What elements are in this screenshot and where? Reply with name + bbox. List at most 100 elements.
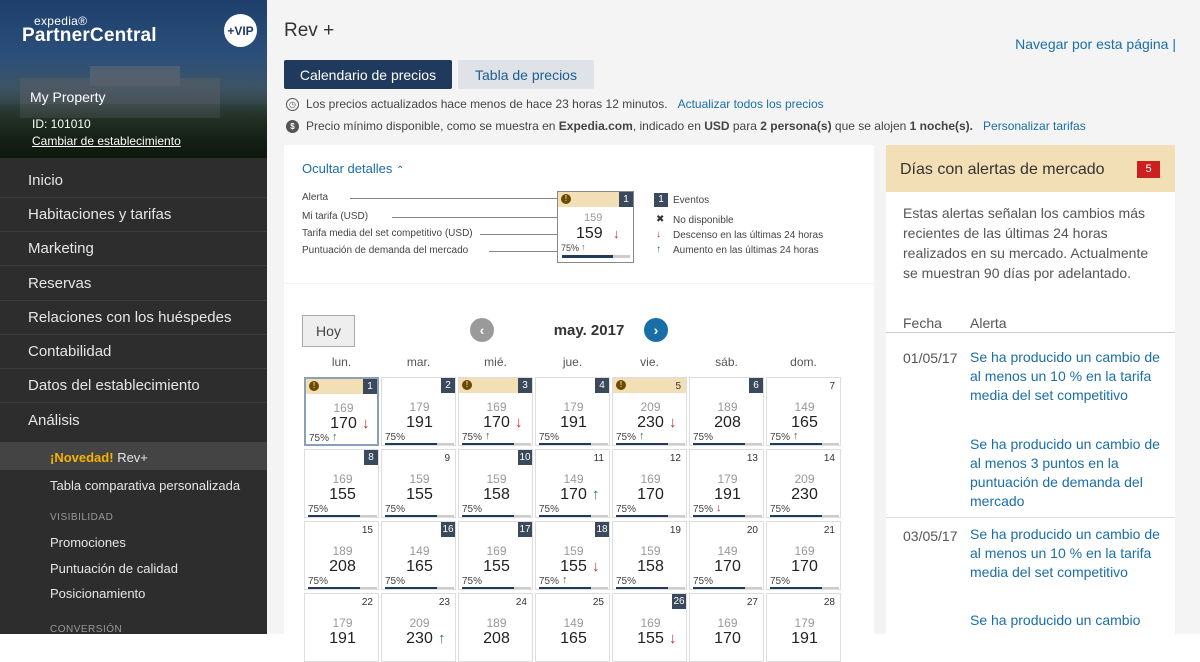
calendar-day-cell[interactable]: 20 149 170 75% — [689, 521, 764, 590]
calendar-day-cell[interactable]: 11 149 170 ↑ 75% — [535, 449, 610, 518]
calendar-day-cell[interactable]: 26 169 155 ↓ — [612, 593, 687, 662]
calendar-day-cell[interactable]: 21 169 170 75% — [766, 521, 841, 590]
subnav-posicionamiento[interactable]: Posicionamiento — [50, 586, 145, 601]
calendar-day-cell[interactable]: ! 1 169 170 ↓ 75% ↑ — [304, 377, 379, 446]
calendar-day-cell[interactable]: 22 179 191 — [304, 593, 379, 662]
subnav-heading-visibilidad: VISIBILIDAD — [50, 512, 114, 523]
alert-date: 03/05/17 — [903, 528, 958, 544]
calendar-day-cell[interactable]: 12 169 170 75% — [612, 449, 687, 518]
calendar-day-cell[interactable]: 4 179 191 75% — [535, 377, 610, 446]
alert-item-link[interactable]: Se ha producido un cambio de al menos un… — [970, 525, 1165, 582]
calendar-day-cell[interactable]: 14 209 230 75% — [766, 449, 841, 518]
nav-datos[interactable]: Datos del establecimiento — [28, 377, 200, 394]
demand-score: 75% — [308, 504, 329, 515]
subnav-calidad[interactable]: Puntuación de calidad — [50, 561, 178, 576]
nav-relaciones[interactable]: Relaciones con los huéspedes — [28, 309, 231, 326]
arrow-up-icon: ↑ — [332, 431, 338, 443]
competitor-rate: 169 — [332, 472, 353, 486]
demand-bar — [616, 515, 668, 517]
subnav-revplus[interactable]: ¡Novedad! Rev+ — [50, 450, 148, 465]
demand-score: 75% — [616, 576, 637, 587]
updated-text: Los precios actualizados hace menos de h… — [306, 97, 668, 111]
competitor-rate: 179 — [409, 400, 430, 414]
calendar-day-cell[interactable]: 25 149 165 — [535, 593, 610, 662]
competitor-rate: 169 — [333, 401, 354, 415]
legend-aumento: Aumento en las últimas 24 horas — [673, 245, 819, 256]
calendar-day-cell[interactable]: 13 179 191 75% ↓ — [689, 449, 764, 518]
hide-details-link[interactable]: Ocultar detalles ⌃ — [302, 161, 404, 176]
alert-item-link[interactable]: Se ha producido un cambio de al menos 3 … — [970, 435, 1165, 511]
nav-habitaciones[interactable]: Habitaciones y tarifas — [28, 206, 171, 223]
tab-tabla[interactable]: Tabla de precios — [458, 60, 594, 89]
calendar-day-cell[interactable]: 16 149 165 75% — [381, 521, 456, 590]
calendar-day-cell[interactable]: 28 179 191 — [766, 593, 841, 662]
my-rate: 155 — [329, 486, 356, 503]
competitor-rate: 179 — [794, 616, 815, 630]
next-month-button[interactable]: › — [644, 318, 668, 342]
competitor-rate: 189 — [486, 616, 507, 630]
update-all-link[interactable]: Actualizar todos los precios — [678, 97, 824, 111]
my-rate: 230 — [791, 486, 818, 503]
calendar-day-cell[interactable]: 15 189 208 75% — [304, 521, 379, 590]
calendar-day-cell[interactable]: 27 169 170 — [689, 593, 764, 662]
calendar-day-cell[interactable]: 6 189 208 75% — [689, 377, 764, 446]
legend-example-pct: 75% — [561, 243, 580, 253]
page-nav-link[interactable]: Navegar por esta página | — [1015, 36, 1176, 52]
demand-bar — [308, 515, 360, 517]
day-number: 10 — [518, 450, 532, 465]
arrow-up-icon: ↑ — [656, 244, 661, 255]
vip-badge[interactable]: +VIP — [224, 14, 257, 47]
competitor-rate: 169 — [640, 616, 661, 630]
calendar-day-cell[interactable]: 24 189 208 — [458, 593, 533, 662]
my-rate: 191 — [560, 414, 587, 431]
change-property-link[interactable]: Cambiar de establecimiento — [32, 134, 181, 148]
competitor-rate: 209 — [640, 400, 661, 414]
demand-score: 75% — [462, 576, 483, 587]
nav-contabilidad[interactable]: Contabilidad — [28, 343, 111, 360]
nav-reservas[interactable]: Reservas — [28, 275, 91, 292]
nav-marketing[interactable]: Marketing — [28, 240, 94, 257]
competitor-rate: 149 — [563, 616, 584, 630]
calendar-day-cell[interactable]: 19 159 158 75% — [612, 521, 687, 590]
customize-rates-link[interactable]: Personalizar tarifas — [983, 119, 1086, 133]
arrow-up-icon: ↑ — [562, 574, 568, 586]
subnav-tabla-comparativa[interactable]: Tabla comparativa personalizada — [50, 478, 240, 493]
calendar-day-cell[interactable]: 7 149 165 75% ↑ — [766, 377, 841, 446]
calendar-day-cell[interactable]: 2 179 191 75% — [381, 377, 456, 446]
tab-calendario[interactable]: Calendario de precios — [284, 60, 452, 89]
chevron-up-icon: ⌃ — [395, 165, 405, 176]
alert-item-link[interactable]: Se ha producido un cambio de al menos un… — [970, 348, 1165, 405]
weekday-label: sáb. — [715, 355, 738, 369]
calendar-day-cell[interactable]: ! 5 209 230 ↓ 75% ↑ — [612, 377, 687, 446]
nav-analisis[interactable]: Análisis — [28, 412, 80, 429]
prev-month-button[interactable]: ‹ — [470, 318, 494, 342]
alert-item-link[interactable]: Se ha producido un cambio — [970, 611, 1165, 630]
page-title: Rev + — [284, 20, 335, 41]
subnav-promociones[interactable]: Promociones — [50, 535, 126, 550]
competitor-rate: 159 — [640, 544, 661, 558]
competitor-rate: 159 — [486, 472, 507, 486]
weekday-label: mié. — [484, 355, 507, 369]
calendar-day-cell[interactable]: 8 169 155 75% — [304, 449, 379, 518]
calendar-day-cell[interactable]: 18 159 155 ↓ 75% ↑ — [535, 521, 610, 590]
calendar-day-cell[interactable]: 17 169 155 75% — [458, 521, 533, 590]
info-updated: ◷ Los precios actualizados hace menos de… — [286, 97, 824, 111]
close-icon: ✖ — [656, 214, 665, 225]
calendar-day-cell[interactable]: 10 159 158 75% — [458, 449, 533, 518]
demand-score: 75% — [308, 576, 329, 587]
nav-inicio[interactable]: Inicio — [28, 172, 63, 189]
my-rate: 170 — [791, 558, 818, 575]
my-rate: 208 — [483, 630, 510, 647]
calendar-day-cell[interactable]: 23 209 230 ↑ — [381, 593, 456, 662]
min-price-text: Precio mínimo disponible, como se muestr… — [306, 119, 974, 133]
demand-bar — [462, 443, 514, 445]
today-button[interactable]: Hoy — [302, 315, 355, 347]
property-id: ID: 101010 — [32, 117, 91, 131]
calendar-day-cell[interactable]: 9 159 155 75% — [381, 449, 456, 518]
weekday-label: vie. — [640, 355, 659, 369]
my-rate: 165 — [791, 414, 818, 431]
calendar-day-cell[interactable]: ! 3 169 170 ↓ 75% ↑ — [458, 377, 533, 446]
legend-alerta-label: Alerta — [302, 192, 329, 203]
competitor-rate: 149 — [717, 544, 738, 558]
brand-logo[interactable]: PartnerCentral — [22, 25, 157, 47]
